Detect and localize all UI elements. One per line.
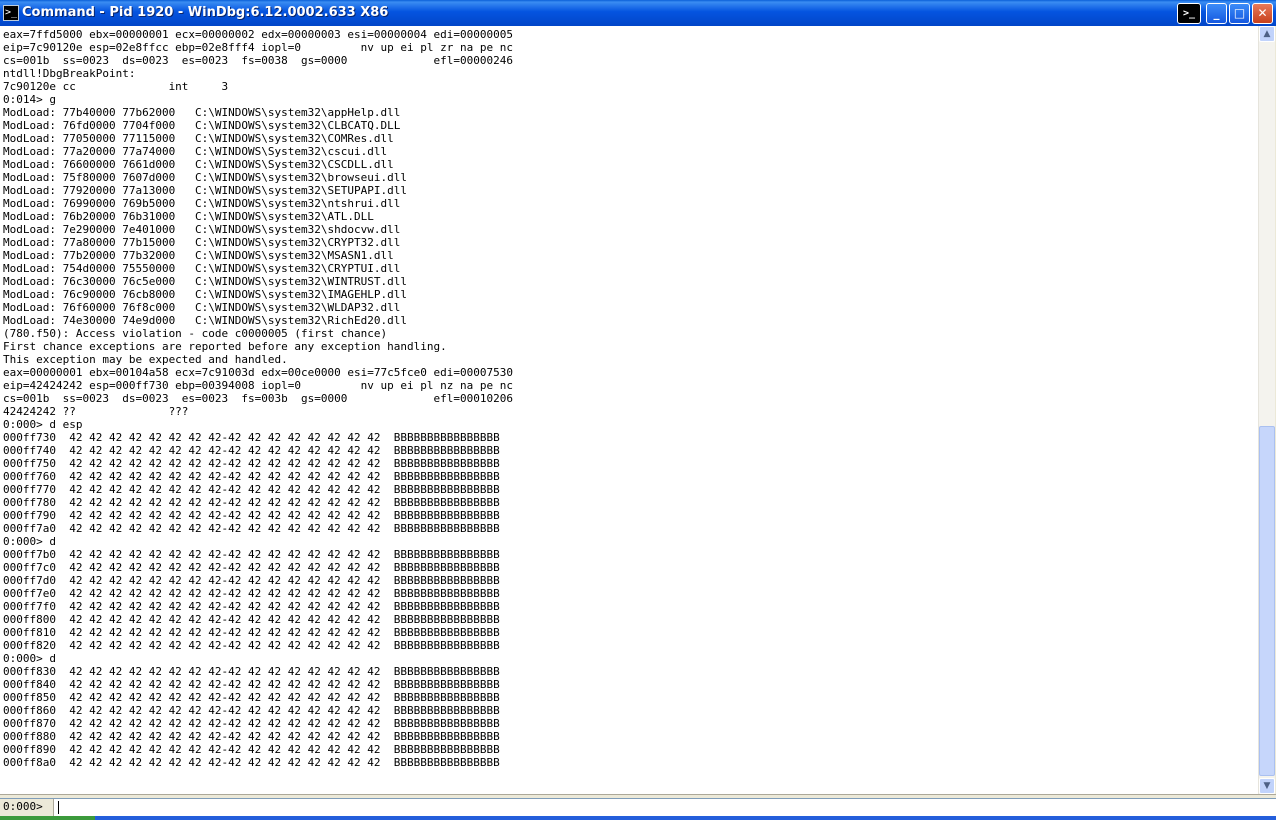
output-line: 000ff830 42 42 42 42 42 42 42 42-42 42 4… (3, 665, 500, 678)
scroll-up-button[interactable]: ▲ (1259, 26, 1275, 42)
scroll-down-button[interactable]: ▼ (1259, 778, 1275, 794)
output-line: ModLoad: 76c30000 76c5e000 C:\WINDOWS\sy… (3, 275, 407, 288)
command-window-button[interactable]: >_ (1177, 3, 1201, 24)
output-line: cs=001b ss=0023 ds=0023 es=0023 fs=0038 … (3, 54, 513, 67)
output-line: 000ff7e0 42 42 42 42 42 42 42 42-42 42 4… (3, 587, 500, 600)
output-line: ModLoad: 76990000 769b5000 C:\WINDOWS\sy… (3, 197, 401, 210)
debugger-output[interactable]: eax=7ffd5000 ebx=00000001 ecx=00000002 e… (0, 26, 1258, 794)
maximize-button[interactable]: □ (1229, 3, 1250, 24)
output-line: ModLoad: 76b20000 76b31000 C:\WINDOWS\sy… (3, 210, 374, 223)
command-input[interactable] (55, 799, 1276, 816)
output-line: ModLoad: 754d0000 75550000 C:\WINDOWS\sy… (3, 262, 401, 275)
output-line: ModLoad: 77a80000 77b15000 C:\WINDOWS\sy… (3, 236, 401, 249)
output-line: 000ff7d0 42 42 42 42 42 42 42 42-42 42 4… (3, 574, 500, 587)
output-line: ModLoad: 77b40000 77b62000 C:\WINDOWS\sy… (3, 106, 401, 119)
output-line: eax=7ffd5000 ebx=00000001 ecx=00000002 e… (3, 28, 513, 41)
text-caret (58, 801, 59, 814)
output-line: This exception may be expected and handl… (3, 353, 288, 366)
output-line: 0:014> g (3, 93, 56, 106)
output-line: ModLoad: 75f80000 7607d000 C:\WINDOWS\sy… (3, 171, 407, 184)
output-line: 000ff7b0 42 42 42 42 42 42 42 42-42 42 4… (3, 548, 500, 561)
output-line: 000ff740 42 42 42 42 42 42 42 42-42 42 4… (3, 444, 500, 457)
output-line: ModLoad: 7e290000 7e401000 C:\WINDOWS\sy… (3, 223, 401, 236)
output-line: ModLoad: 76f60000 76f8c000 C:\WINDOWS\sy… (3, 301, 401, 314)
output-line: ModLoad: 77a20000 77a74000 C:\WINDOWS\Sy… (3, 145, 388, 158)
scroll-thumb[interactable] (1259, 426, 1275, 776)
command-window-icon: >_ (3, 5, 19, 21)
output-line: eip=42424242 esp=000ff730 ebp=00394008 i… (3, 379, 513, 392)
output-line: (780.f50): Access violation - code c0000… (3, 327, 388, 340)
output-line: 000ff790 42 42 42 42 42 42 42 42-42 42 4… (3, 509, 500, 522)
output-line: 7c90120e cc int 3 (3, 80, 229, 93)
output-line: 000ff820 42 42 42 42 42 42 42 42-42 42 4… (3, 639, 500, 652)
output-line: ModLoad: 76600000 7661d000 C:\WINDOWS\Sy… (3, 158, 394, 171)
command-prompt: 0:000> (0, 799, 54, 816)
minimize-button[interactable]: _ (1206, 3, 1227, 24)
output-line: ntdll!DbgBreakPoint: (3, 67, 136, 80)
output-line: ModLoad: 74e30000 74e9d000 C:\WINDOWS\sy… (3, 314, 407, 327)
output-line: 000ff810 42 42 42 42 42 42 42 42-42 42 4… (3, 626, 500, 639)
output-line: 000ff8a0 42 42 42 42 42 42 42 42-42 42 4… (3, 756, 500, 769)
output-line: 0:000> d esp (3, 418, 83, 431)
output-line: 000ff750 42 42 42 42 42 42 42 42-42 42 4… (3, 457, 500, 470)
output-line: 000ff7c0 42 42 42 42 42 42 42 42-42 42 4… (3, 561, 500, 574)
output-line: 42424242 ?? ??? (3, 405, 189, 418)
output-line: eip=7c90120e esp=02e8ffcc ebp=02e8fff4 i… (3, 41, 513, 54)
output-line: 000ff860 42 42 42 42 42 42 42 42-42 42 4… (3, 704, 500, 717)
output-line: 000ff840 42 42 42 42 42 42 42 42-42 42 4… (3, 678, 500, 691)
command-bar: 0:000> (0, 798, 1276, 816)
output-line: ModLoad: 77920000 77a13000 C:\WINDOWS\sy… (3, 184, 407, 197)
output-line: 000ff730 42 42 42 42 42 42 42 42-42 42 4… (3, 431, 500, 444)
output-line: 000ff7f0 42 42 42 42 42 42 42 42-42 42 4… (3, 600, 500, 613)
output-line: ModLoad: 76fd0000 7704f000 C:\WINDOWS\sy… (3, 119, 401, 132)
start-button[interactable] (0, 816, 95, 820)
window-title: Command - Pid 1920 - WinDbg:6.12.0002.63… (22, 5, 389, 20)
title-bar[interactable]: >_ Command - Pid 1920 - WinDbg:6.12.0002… (0, 0, 1276, 26)
output-line: 0:000> d (3, 652, 56, 665)
output-line: 000ff870 42 42 42 42 42 42 42 42-42 42 4… (3, 717, 500, 730)
output-line: 000ff880 42 42 42 42 42 42 42 42-42 42 4… (3, 730, 500, 743)
output-line: 000ff770 42 42 42 42 42 42 42 42-42 42 4… (3, 483, 500, 496)
output-text: eax=7ffd5000 ebx=00000001 ecx=00000002 e… (0, 26, 1258, 769)
output-line: ModLoad: 77b20000 77b32000 C:\WINDOWS\sy… (3, 249, 394, 262)
output-line: 000ff7a0 42 42 42 42 42 42 42 42-42 42 4… (3, 522, 500, 535)
output-line: 000ff890 42 42 42 42 42 42 42 42-42 42 4… (3, 743, 500, 756)
output-line: 000ff760 42 42 42 42 42 42 42 42-42 42 4… (3, 470, 500, 483)
output-line: 000ff850 42 42 42 42 42 42 42 42-42 42 4… (3, 691, 500, 704)
output-line: ModLoad: 76c90000 76cb8000 C:\WINDOWS\sy… (3, 288, 407, 301)
output-line: First chance exceptions are reported bef… (3, 340, 447, 353)
output-line: 000ff780 42 42 42 42 42 42 42 42-42 42 4… (3, 496, 500, 509)
vertical-scrollbar[interactable]: ▲ ▼ (1258, 26, 1275, 794)
output-line: ModLoad: 77050000 77115000 C:\WINDOWS\sy… (3, 132, 394, 145)
output-line: 0:000> d (3, 535, 56, 548)
taskbar (0, 816, 1276, 820)
output-line: cs=001b ss=0023 ds=0023 es=0023 fs=003b … (3, 392, 513, 405)
output-line: eax=00000001 ebx=00104a58 ecx=7c91003d e… (3, 366, 513, 379)
output-line: 000ff800 42 42 42 42 42 42 42 42-42 42 4… (3, 613, 500, 626)
close-button[interactable]: ✕ (1252, 3, 1273, 24)
